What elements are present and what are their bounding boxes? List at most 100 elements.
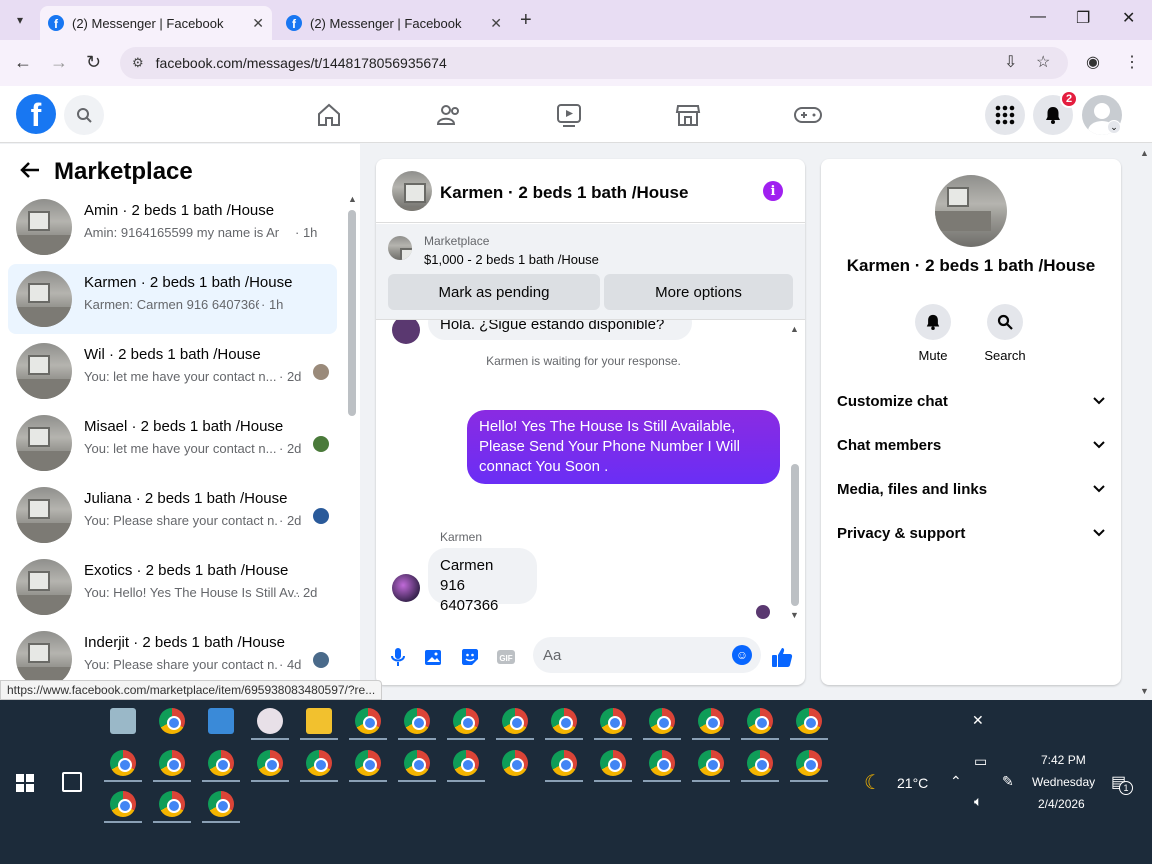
conversation-item[interactable]: Amin · 2 beds 1 bath /House Amin: 916416… — [8, 192, 337, 262]
pen-icon[interactable]: ✎ — [1002, 773, 1014, 790]
photo-icon[interactable] — [422, 645, 446, 669]
chrome-profile-icon[interactable] — [600, 708, 626, 734]
chrome-profile-icon[interactable] — [551, 708, 577, 734]
paint-icon[interactable] — [257, 708, 283, 734]
media-files-links-row[interactable]: Media, files and links — [837, 471, 1105, 507]
gaming-icon[interactable] — [793, 100, 823, 130]
chrome-profile-icon[interactable] — [208, 750, 234, 776]
outgoing-message[interactable]: Hello! Yes The House Is Still Available,… — [467, 410, 780, 484]
chrome-profile-icon[interactable] — [355, 708, 381, 734]
conversation-item[interactable]: Misael · 2 beds 1 bath /House You: let m… — [8, 408, 337, 478]
chevron-down-icon[interactable]: ⌄ — [1107, 120, 1121, 134]
site-settings-icon[interactable]: ⚙ — [132, 55, 144, 71]
forward-arrow-icon[interactable]: → — [50, 52, 68, 73]
video-icon[interactable] — [554, 100, 584, 130]
browser-menu-icon[interactable]: ⋮ — [1124, 52, 1140, 72]
url-input[interactable]: ⚙ facebook.com/messages/t/14481780569356… — [120, 47, 1068, 79]
chrome-profile-icon[interactable] — [404, 750, 430, 776]
facebook-logo[interactable]: f — [16, 94, 56, 134]
task-view-icon[interactable] — [62, 772, 82, 792]
back-arrow-icon[interactable] — [20, 159, 40, 185]
back-arrow-icon[interactable]: ← — [14, 52, 32, 73]
page-scrollbar[interactable] — [1138, 144, 1152, 700]
microphone-icon[interactable] — [386, 645, 410, 669]
conversation-item[interactable]: Exotics · 2 beds 1 bath /House You: Hell… — [8, 552, 337, 622]
maximize-button[interactable]: ❐ — [1076, 8, 1090, 28]
chrome-profile-icon[interactable] — [796, 708, 822, 734]
mark-as-pending-button[interactable]: Mark as pending — [388, 274, 600, 310]
install-app-icon[interactable]: ⇩ — [1004, 52, 1017, 72]
scroll-up-arrow-icon[interactable]: ▲ — [790, 324, 799, 334]
chrome-profile-icon[interactable] — [453, 708, 479, 734]
sticker-icon[interactable] — [458, 645, 482, 669]
tab-search-icon[interactable]: ▾ — [8, 8, 32, 32]
listing-thumbnail[interactable] — [392, 171, 432, 211]
thumbs-up-icon[interactable] — [770, 645, 794, 669]
network-icon[interactable]: ▭ — [974, 753, 987, 770]
scroll-down-arrow-icon[interactable]: ▼ — [1140, 686, 1149, 696]
reload-icon[interactable]: ↻ — [86, 52, 101, 73]
chrome-profile-icon[interactable] — [747, 708, 773, 734]
mute-button[interactable]: Mute — [903, 304, 963, 363]
hidden-icons-icon[interactable]: ✕ — [972, 712, 984, 729]
chrome-profile-icon[interactable] — [796, 750, 822, 776]
chrome-profile-icon[interactable] — [698, 708, 724, 734]
chrome-profile-icon[interactable] — [159, 750, 185, 776]
file-explorer-icon[interactable] — [306, 708, 332, 734]
chrome-profile-icon[interactable] — [208, 791, 234, 817]
conversation-item-selected[interactable]: Karmen · 2 beds 1 bath /House Karmen: Ca… — [8, 264, 337, 334]
more-options-button[interactable]: More options — [604, 274, 793, 310]
chrome-profile-icon[interactable] — [159, 791, 185, 817]
listing-thumbnail[interactable] — [388, 236, 412, 260]
sidebar-scrollbar[interactable] — [348, 210, 356, 416]
chrome-profile-icon[interactable] — [110, 791, 136, 817]
clock-time[interactable]: 7:42 PM — [1041, 753, 1086, 767]
search-icon[interactable] — [64, 95, 104, 135]
scroll-up-arrow-icon[interactable]: ▲ — [1140, 148, 1149, 158]
gif-icon[interactable]: GIF — [494, 645, 518, 669]
chrome-profile-icon[interactable] — [404, 708, 430, 734]
scroll-down-arrow-icon[interactable]: ▼ — [790, 610, 799, 620]
privacy-support-row[interactable]: Privacy & support — [837, 515, 1105, 551]
scroll-up-arrow-icon[interactable]: ▲ — [348, 194, 357, 204]
chrome-profile-icon[interactable] — [698, 750, 724, 776]
incoming-message[interactable]: Carmen 916 6407366 — [428, 548, 537, 614]
clock-day[interactable]: Wednesday — [1032, 775, 1095, 789]
chrome-profile-icon[interactable] — [110, 750, 136, 776]
chrome-profile-icon[interactable] — [453, 750, 479, 776]
weather-moon-icon[interactable]: ☾ — [864, 770, 882, 795]
chrome-profile-icon[interactable] — [355, 750, 381, 776]
close-tab-icon[interactable]: ✕ — [490, 15, 502, 32]
weather-temperature[interactable]: 21°C — [897, 775, 928, 791]
search-button[interactable]: Search — [975, 304, 1035, 363]
clock-date[interactable]: 2/4/2026 — [1038, 797, 1085, 811]
avatar[interactable] — [392, 574, 420, 602]
message-input[interactable]: Aa — [533, 637, 761, 673]
close-window-button[interactable]: ✕ — [1122, 8, 1135, 28]
bookmark-star-icon[interactable]: ☆ — [1036, 52, 1050, 72]
browser-tab-2[interactable]: f (2) Messenger | Facebook ✕ — [278, 6, 510, 40]
profile-icon[interactable]: ◉ — [1086, 52, 1100, 72]
minimize-button[interactable]: — — [1030, 8, 1046, 26]
chat-scrollbar[interactable] — [791, 464, 799, 606]
chrome-profile-icon[interactable] — [600, 750, 626, 776]
chrome-profile-icon[interactable] — [649, 750, 675, 776]
photos-icon[interactable] — [208, 708, 234, 734]
chrome-profile-icon[interactable] — [502, 750, 528, 776]
menu-grid-icon[interactable] — [985, 95, 1025, 135]
chrome-profile-icon[interactable] — [502, 708, 528, 734]
chat-title[interactable]: Karmen · 2 beds 1 bath /House — [440, 183, 688, 203]
home-icon[interactable] — [314, 100, 344, 130]
windows-start-icon[interactable] — [16, 774, 34, 792]
customize-chat-row[interactable]: Customize chat — [837, 383, 1105, 419]
conversation-item[interactable]: Wil · 2 beds 1 bath /House You: let me h… — [8, 336, 337, 406]
conversation-item[interactable]: Juliana · 2 beds 1 bath /House You: Plea… — [8, 480, 337, 550]
close-tab-icon[interactable]: ✕ — [252, 15, 264, 32]
notepad-icon[interactable] — [110, 708, 136, 734]
friends-icon[interactable] — [434, 100, 464, 130]
chrome-profile-icon[interactable] — [306, 750, 332, 776]
browser-tab-1[interactable]: f (2) Messenger | Facebook ✕ — [40, 6, 272, 40]
info-icon[interactable]: i — [763, 181, 783, 201]
new-tab-button[interactable]: + — [520, 9, 532, 32]
listing-price[interactable]: $1,000 - 2 beds 1 bath /House — [424, 252, 599, 267]
